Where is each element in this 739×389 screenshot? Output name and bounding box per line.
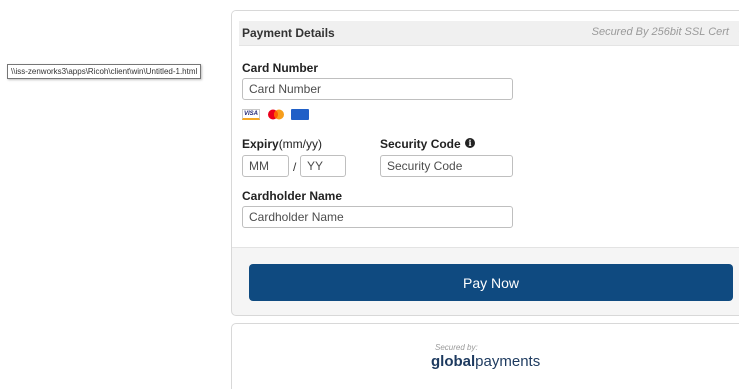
expiry-format-hint: (mm/yy) [278,137,323,151]
security-code-input[interactable] [380,155,513,177]
cardholder-name-input[interactable] [242,206,513,228]
mastercard-icon [268,109,284,120]
expiry-year-input[interactable] [300,155,346,177]
visa-icon: VISA [242,109,260,120]
globalpayments-logo: globalpayments [431,353,540,370]
page: Payment Details Secured By 256bit SSL Ce… [0,0,739,389]
maestro-icon [291,109,309,120]
card-number-input[interactable] [242,78,513,100]
ssl-secured-text: Secured By 256bit SSL Cert [591,26,729,38]
pay-now-button[interactable]: Pay Now [249,264,733,301]
footer-card: Secured by: globalpayments [231,323,739,389]
payment-title: Payment Details [242,26,335,40]
logo-bold-part: global [431,353,476,370]
cardholder-name-label: Cardholder Name [242,189,343,203]
secured-by-text: Secured by: [435,343,478,352]
expiry-label: Expiry(mm/yy) [242,137,322,151]
logo-light-part: payments [475,353,541,370]
payment-form: Payment Details Secured By 256bit SSL Ce… [232,11,739,248]
payment-card: Payment Details Secured By 256bit SSL Ce… [231,10,739,316]
card-number-label: Card Number [242,61,319,75]
security-code-label: Security Code [380,137,461,151]
payment-header: Payment Details Secured By 256bit SSL Ce… [239,21,739,46]
expiry-label-text: Expiry [242,137,279,151]
expiry-month-input[interactable] [242,155,289,177]
url-tooltip: \\iss-zenworks3\apps\Ricoh\client\win\Un… [7,64,202,79]
expiry-separator: / [293,160,297,174]
info-icon[interactable]: i [465,138,475,148]
